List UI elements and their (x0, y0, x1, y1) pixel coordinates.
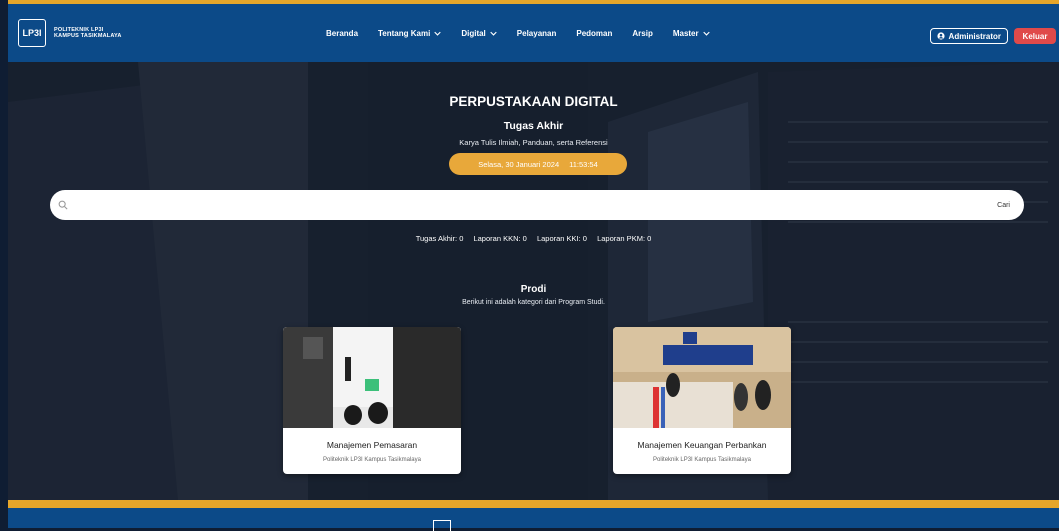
card-subtitle: Politeknik LP3I Kampus Tasikmalaya (323, 457, 421, 463)
bottom-accent-stripe (8, 500, 1059, 508)
logout-button[interactable]: Keluar (1014, 28, 1056, 44)
prodi-card-manajemen-keuangan-perbankan[interactable]: Manajemen Keuangan Perbankan Politeknik … (613, 327, 791, 474)
chevron-down-icon (702, 31, 710, 36)
hero-section: PERPUSTAKAAN DIGITAL Tugas Akhir Karya T… (8, 62, 1059, 500)
nav-label: Master (672, 28, 699, 38)
nav-label: Arsip (632, 28, 653, 38)
nav-pedoman[interactable]: Pedoman (576, 29, 612, 38)
footer (8, 508, 1059, 531)
search-input[interactable] (74, 199, 998, 211)
nav-beranda[interactable]: Beranda (326, 29, 358, 38)
logout-label: Keluar (1022, 31, 1048, 41)
footer-logo-icon (433, 520, 451, 531)
administrator-label: Administrator (948, 31, 1001, 41)
nav-pelayanan[interactable]: Pelayanan (517, 29, 557, 38)
brand-name-line2: KAMPUS TASIKMALAYA (54, 33, 122, 39)
prodi-title: Prodi (520, 284, 547, 295)
search-icon (58, 200, 68, 210)
nav-label: Pelayanan (516, 28, 557, 38)
chevron-down-icon (434, 31, 442, 36)
prodi-description: Berikut ini adalah kategori dari Program… (462, 299, 605, 306)
nav-label: Digital (461, 28, 486, 38)
count-laporan-kkn: Laporan KKN: 0 (473, 234, 527, 243)
nav-digital[interactable]: Digital (461, 28, 497, 38)
administrator-button[interactable]: Administrator (929, 28, 1008, 44)
search-bar: Cari (50, 190, 1024, 220)
page-subtitle: Tugas Akhir (503, 120, 564, 132)
nav-label: Tentang Kami (378, 28, 431, 38)
card-subtitle: Politeknik LP3I Kampus Tasikmalaya (653, 457, 751, 463)
chevron-down-icon (490, 31, 497, 36)
nav-tentang-kami[interactable]: Tentang Kami (378, 28, 442, 38)
main-menu: Beranda Tentang Kami Digital Pelayanan P… (326, 4, 730, 62)
user-circle-icon (936, 32, 945, 40)
count-laporan-pkm: Laporan PKM: 0 (597, 234, 652, 243)
navbar: LP3I POLITEKNIK LP3I KAMPUS TASIKMALAYA … (8, 4, 1059, 62)
document-counts: Tugas Akhir: 0 Laporan KKN: 0 Laporan KK… (8, 234, 1059, 243)
time-text: 11:53:54 (569, 159, 598, 169)
datetime-badge: Selasa, 30 Januari 2024 11:53:54 (449, 153, 627, 175)
brand-name: POLITEKNIK LP3I KAMPUS TASIKMALAYA (54, 27, 122, 40)
card-title: Manajemen Pemasaran (326, 440, 418, 450)
mini-bank-image (613, 327, 791, 428)
prodi-card-manajemen-pemasaran[interactable]: Manajemen Pemasaran Politeknik LP3I Kamp… (283, 327, 461, 474)
nav-arsip[interactable]: Arsip (632, 29, 652, 38)
count-tugas-akhir: Tugas Akhir: 0 (415, 234, 464, 243)
nav-label: Pedoman (576, 28, 613, 38)
card-title: Manajemen Keuangan Perbankan (637, 440, 767, 450)
nav-label: Beranda (326, 28, 359, 38)
page-title: PERPUSTAKAAN DIGITAL (449, 94, 618, 109)
photo-studio-image (283, 327, 461, 428)
search-button[interactable]: Cari (997, 202, 1010, 209)
count-laporan-kki: Laporan KKI: 0 (536, 234, 587, 243)
lp3i-logo-icon: LP3I (18, 19, 46, 47)
brand-logo[interactable]: LP3I POLITEKNIK LP3I KAMPUS TASIKMALAYA (18, 19, 122, 47)
page-description: Karya Tulis Ilmiah, Panduan, serta Refer… (459, 138, 608, 147)
nav-master[interactable]: Master (673, 29, 710, 38)
date-text: Selasa, 30 Januari 2024 (478, 159, 560, 169)
